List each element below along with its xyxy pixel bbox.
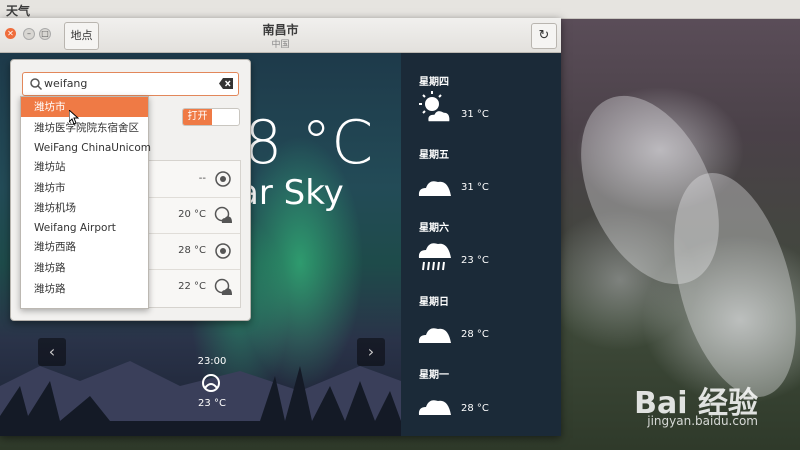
forecast-day: 星期六 [419, 223, 449, 234]
top-panel: 天气 [0, 0, 800, 19]
cloud-icon [418, 328, 451, 343]
country-subtitle: 中国 [271, 40, 290, 50]
search-value: weifang [44, 77, 88, 90]
hourly-temperature: 23 °C [198, 398, 226, 409]
suggestion-item[interactable]: 潍坊医学院院东宿舍区 [21, 118, 148, 138]
location-temperature: -- [198, 173, 206, 184]
suggestion-item[interactable]: 潍坊西路 [21, 237, 148, 257]
suggestion-item[interactable]: 潍坊市 [21, 178, 148, 198]
refresh-button[interactable]: ↻ [531, 23, 557, 49]
chevron-right-icon: › [367, 342, 375, 361]
prev-button[interactable]: ‹ [38, 338, 66, 366]
forecast-temperature: 31 °C [461, 182, 489, 193]
forecast-temperature: 23 °C [461, 255, 489, 266]
refresh-icon: ↻ [538, 28, 550, 43]
clear-night-icon [202, 374, 220, 392]
hourly-time: 23:00 [197, 356, 227, 367]
search-icon [30, 78, 43, 91]
clear-night-icon [215, 243, 231, 259]
clear-icon[interactable] [219, 78, 233, 89]
cloud-icon [418, 400, 451, 415]
location-temperature: 20 °C [178, 209, 206, 220]
suggestion-item[interactable]: 潍坊站 [21, 157, 148, 177]
clear-night-icon [215, 171, 231, 187]
clear-night-cloud-icon [214, 278, 232, 295]
mouse-cursor-icon [69, 110, 79, 125]
forecast-temperature: 28 °C [461, 329, 489, 340]
forecast-temperature: 31 °C [461, 109, 489, 120]
rain-icon [418, 243, 451, 271]
forecast-day: 星期日 [419, 297, 449, 308]
location-temperature: 22 °C [178, 281, 206, 292]
forecast-day: 星期五 [419, 150, 449, 161]
suggestion-item[interactable]: Weifang Airport [21, 218, 148, 238]
forecast-day: 星期四 [419, 77, 449, 88]
suggestion-item[interactable]: WeiFang ChinaUnicom [21, 138, 151, 158]
chevron-left-icon: ‹ [48, 342, 56, 361]
current-temperature: 8 °C [244, 108, 374, 178]
forecast-panel: 星期四 31 °C 星期五 31 °C 星期六 23 °C 星期日 28 °C … [401, 53, 561, 436]
headerbar: ✕ – □ 地点 南昌市 中国 ↻ [0, 18, 561, 53]
suggestion-item[interactable]: 潍坊市 [21, 97, 148, 117]
suggestion-item[interactable]: 潍坊路 [21, 279, 148, 299]
auto-location-toggle[interactable]: 打开 [182, 108, 240, 126]
suggestion-item[interactable]: 潍坊路 [21, 258, 148, 278]
search-suggestions-dropdown: 潍坊市 潍坊医学院院东宿舍区 WeiFang ChinaUnicom 潍坊站 潍… [20, 96, 151, 309]
watermark-url: jingyan.baidu.com [647, 414, 758, 428]
location-search-input[interactable]: weifang [22, 72, 239, 96]
city-title: 南昌市 [262, 23, 299, 37]
forecast-day: 星期一 [419, 370, 449, 381]
next-button[interactable]: › [357, 338, 385, 366]
toggle-on-label: 打开 [183, 109, 212, 125]
app-menu-title[interactable]: 天气 [6, 2, 30, 19]
suggestion-item[interactable]: 潍坊机场 [21, 198, 148, 218]
clear-night-cloud-icon [214, 206, 232, 223]
current-condition: ar Sky [238, 173, 344, 213]
cloud-icon [418, 181, 451, 196]
partly-cloudy-icon [419, 91, 451, 123]
forecast-temperature: 28 °C [461, 403, 489, 414]
location-temperature: 28 °C [178, 245, 206, 256]
